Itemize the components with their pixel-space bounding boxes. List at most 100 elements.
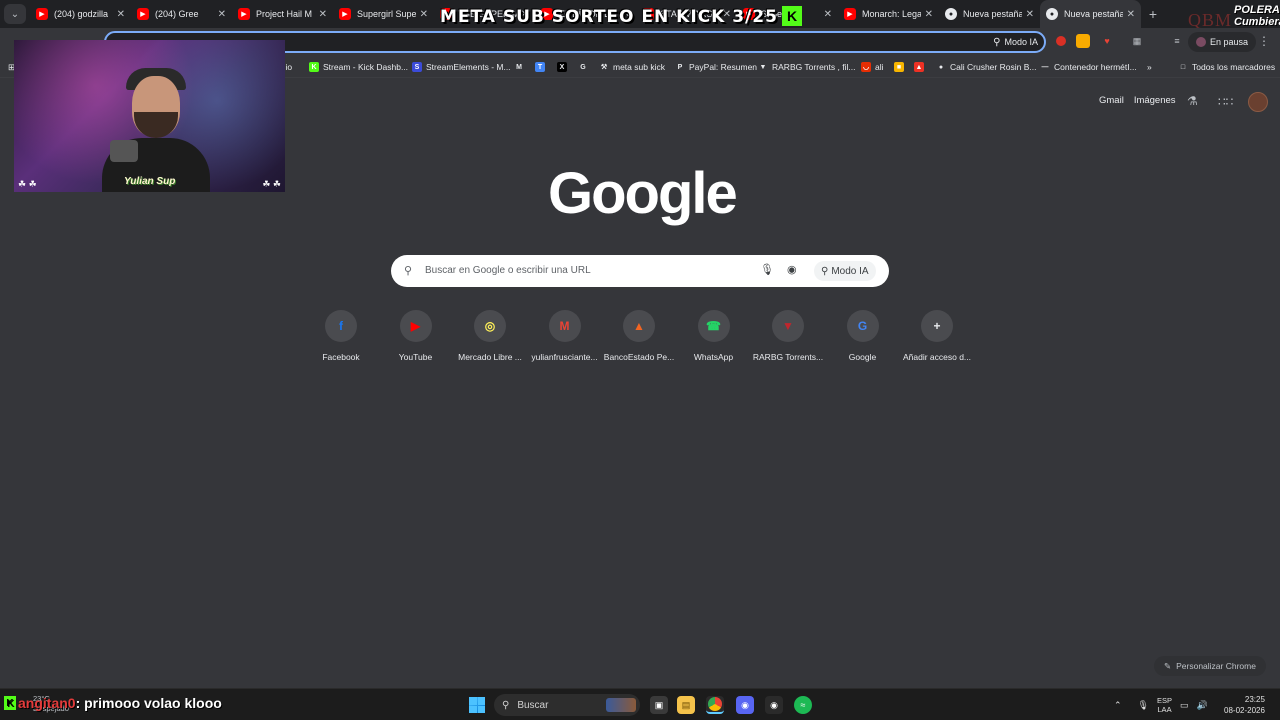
shortcut-tile[interactable]: Myulianfrusciante... bbox=[528, 310, 602, 362]
webcam-microphone bbox=[110, 140, 138, 162]
google-apps-icon[interactable]: ∷∷ bbox=[1218, 95, 1233, 109]
tab-title: Supergirl Supe bbox=[357, 9, 416, 19]
tab-close-icon[interactable]: ✕ bbox=[218, 9, 226, 20]
bookmark-item[interactable]: □ Todos los marcadores bbox=[1178, 60, 1275, 74]
extensions-area: ♥ ▦ ≡ bbox=[1056, 34, 1184, 48]
spotify-icon[interactable]: ≈ bbox=[794, 696, 812, 714]
clock-date: 08-02-2026 bbox=[1224, 706, 1265, 715]
language-indicator[interactable]: ESP LAA bbox=[1157, 696, 1172, 714]
google-logo: Google bbox=[548, 161, 738, 226]
tab-1[interactable]: ▶ (204) godzilla ✕ bbox=[30, 0, 131, 28]
bookmark-item[interactable]: X bbox=[557, 60, 571, 74]
bookmark-item[interactable]: G bbox=[578, 60, 592, 74]
tab-2[interactable]: ▶ (204) Gree ✕ bbox=[131, 0, 232, 28]
mercadolibre-icon: ◎ bbox=[474, 310, 506, 342]
taskbar-clock[interactable]: 23:25 08-02-2026 bbox=[1224, 694, 1265, 716]
tab-close-icon[interactable]: ✕ bbox=[420, 9, 428, 20]
search-modo-ia-button[interactable]: ⚲ Modo IA bbox=[814, 261, 876, 281]
task-view-icon[interactable]: ▣ bbox=[650, 696, 668, 714]
shortcut-tile[interactable]: ☎ WhatsApp bbox=[677, 310, 751, 362]
bookmark-favicon-icon: □ bbox=[1178, 62, 1188, 72]
profile-avatar-icon bbox=[1196, 37, 1206, 47]
search-input[interactable]: Buscar en Google o escribir una URL bbox=[425, 265, 591, 276]
shortcut-tile[interactable]: ▼ RARBG Torrents... bbox=[751, 310, 825, 362]
google-search-box[interactable]: ⚲ Buscar en Google o escribir una URL 🎙 … bbox=[391, 255, 889, 287]
media-control-icon[interactable]: ≡ bbox=[1170, 34, 1184, 48]
extension-red-icon[interactable] bbox=[1056, 36, 1066, 46]
bookmark-item[interactable]: ▲ bbox=[914, 60, 928, 74]
bancoestado-icon: ▲ bbox=[623, 310, 655, 342]
chrome-taskbar-icon[interactable] bbox=[706, 696, 724, 714]
youtube-icon: ▶ bbox=[339, 8, 351, 20]
bookmark-label: RARBG Torrents , fil... bbox=[772, 62, 856, 72]
bookmark-item[interactable]: ◡ ali bbox=[861, 60, 884, 74]
tab-3[interactable]: ▶ Project Hail M ✕ bbox=[232, 0, 333, 28]
bookmark-item[interactable]: K Stream - Kick Dashb... bbox=[309, 60, 408, 74]
customize-chrome-button[interactable]: ✎ Personalizar Chrome bbox=[1154, 656, 1266, 676]
tab-close-icon[interactable]: ✕ bbox=[824, 9, 832, 20]
lens-camera-icon[interactable]: ◉ bbox=[787, 263, 797, 276]
corner-brand-logo: POLERAS Cumbieras bbox=[1234, 4, 1280, 28]
extensions-puzzle-icon[interactable]: ▦ bbox=[1130, 34, 1144, 48]
bookmark-favicon-icon: ▲ bbox=[914, 62, 924, 72]
webcam-name-tag: Yulian Sup bbox=[124, 176, 176, 187]
webcam-overlay: Yulian Sup ☘ ☘ ☘ ☘ bbox=[14, 40, 285, 192]
windows-start-icon[interactable] bbox=[469, 697, 485, 713]
tab-10[interactable]: ● Nueva pestaña ✕ bbox=[939, 0, 1040, 28]
network-icon[interactable]: ▭ bbox=[1180, 700, 1189, 711]
shortcut-tile[interactable]: f Facebook bbox=[304, 310, 378, 362]
omnibox-modo-ia-button[interactable]: ⚲ Modo IA bbox=[993, 34, 1038, 50]
shortcut-tile[interactable]: ▲ BancoEstado Pe... bbox=[602, 310, 676, 362]
bookmark-label: Stream - Kick Dashb... bbox=[323, 62, 409, 72]
microphone-tray-icon[interactable]: 🎙 bbox=[1138, 700, 1149, 711]
youtube-icon: ▶ bbox=[399, 310, 432, 342]
tab-close-icon[interactable]: ✕ bbox=[1127, 9, 1135, 20]
bookmark-item[interactable]: M bbox=[514, 60, 528, 74]
obs-icon[interactable]: ◉ bbox=[765, 696, 783, 714]
omnibox-modo-ia-label: Modo IA bbox=[1004, 37, 1038, 47]
webcam-leaf-icons-right: ☘ ☘ bbox=[262, 179, 281, 189]
bookmark-item[interactable]: P PayPal: Resumen bbox=[675, 60, 757, 74]
shortcut-tile[interactable]: G Google bbox=[826, 310, 900, 362]
file-explorer-icon[interactable]: ▤ bbox=[677, 696, 695, 714]
screen: ⌄ ▶ (204) godzilla ✕ ▶ (204) Gree ✕ ▶ Project H… bbox=[0, 0, 1280, 720]
bookmark-item[interactable]: S StreamElements - M... bbox=[412, 60, 511, 74]
shortcut-tile[interactable]: + Añadir acceso d... bbox=[900, 310, 974, 362]
gmail-link[interactable]: Gmail bbox=[1099, 95, 1124, 106]
shortcut-tile[interactable]: ▶ YouTube bbox=[379, 310, 453, 362]
new-tab-button[interactable]: + bbox=[1141, 6, 1165, 22]
tab-9[interactable]: ▶ Monarch: Lega ✕ bbox=[838, 0, 939, 28]
language-bottom: LAA bbox=[1157, 705, 1172, 714]
system-tray: ⌃ 🎙 ESP LAA ▭ 🔊 bbox=[1114, 696, 1208, 714]
bookmark-item[interactable]: ● Cali Crusher Rosin B... bbox=[936, 60, 1036, 74]
tab-close-icon[interactable]: ✕ bbox=[117, 9, 125, 20]
bookmark-item[interactable]: ■ bbox=[894, 60, 908, 74]
volume-icon[interactable]: 🔊 bbox=[1197, 700, 1208, 711]
bookmark-item[interactable]: — Contenedor hermétI... bbox=[1040, 60, 1137, 74]
bookmark-favicon-icon: ● bbox=[936, 62, 946, 72]
account-avatar[interactable] bbox=[1248, 92, 1268, 112]
chat-message: : primooo volao klooo bbox=[75, 695, 222, 711]
extension-shield-icon[interactable]: ♥ bbox=[1100, 34, 1114, 48]
discord-icon[interactable]: ◉ bbox=[736, 696, 754, 714]
labs-flask-icon[interactable]: ⚗ bbox=[1187, 94, 1198, 108]
bookmark-item[interactable]: ▼ RARBG Torrents , fil... bbox=[758, 60, 855, 74]
images-link[interactable]: Imágenes bbox=[1134, 95, 1176, 106]
tray-chevron-icon[interactable]: ⌃ bbox=[1114, 700, 1122, 711]
microphone-icon[interactable]: 🎙 bbox=[760, 263, 774, 276]
taskbar-search-box[interactable]: ⚲ Buscar bbox=[494, 694, 640, 716]
bookmark-item[interactable]: ⚒ meta sub kick bbox=[599, 60, 665, 74]
youtube-icon: ▶ bbox=[844, 8, 856, 20]
tab-close-icon[interactable]: ✕ bbox=[1026, 9, 1034, 20]
bookmark-item[interactable]: » bbox=[1147, 60, 1152, 74]
tab-4[interactable]: ▶ Supergirl Supe ✕ bbox=[333, 0, 434, 28]
clock-time: 23:25 bbox=[1244, 695, 1265, 704]
extension-yellow-icon[interactable] bbox=[1076, 34, 1090, 48]
youtube-icon: ▶ bbox=[137, 8, 149, 20]
tab-close-icon[interactable]: ✕ bbox=[319, 9, 327, 20]
bookmark-item[interactable]: T bbox=[535, 60, 549, 74]
tab-11[interactable]: ● Nueva pestaña ✕ bbox=[1040, 0, 1141, 28]
shortcut-tile[interactable]: ◎ Mercado Libre ... bbox=[453, 310, 527, 362]
tab-close-icon[interactable]: ✕ bbox=[925, 9, 933, 20]
tab-search-button[interactable]: ⌄ bbox=[4, 4, 26, 24]
